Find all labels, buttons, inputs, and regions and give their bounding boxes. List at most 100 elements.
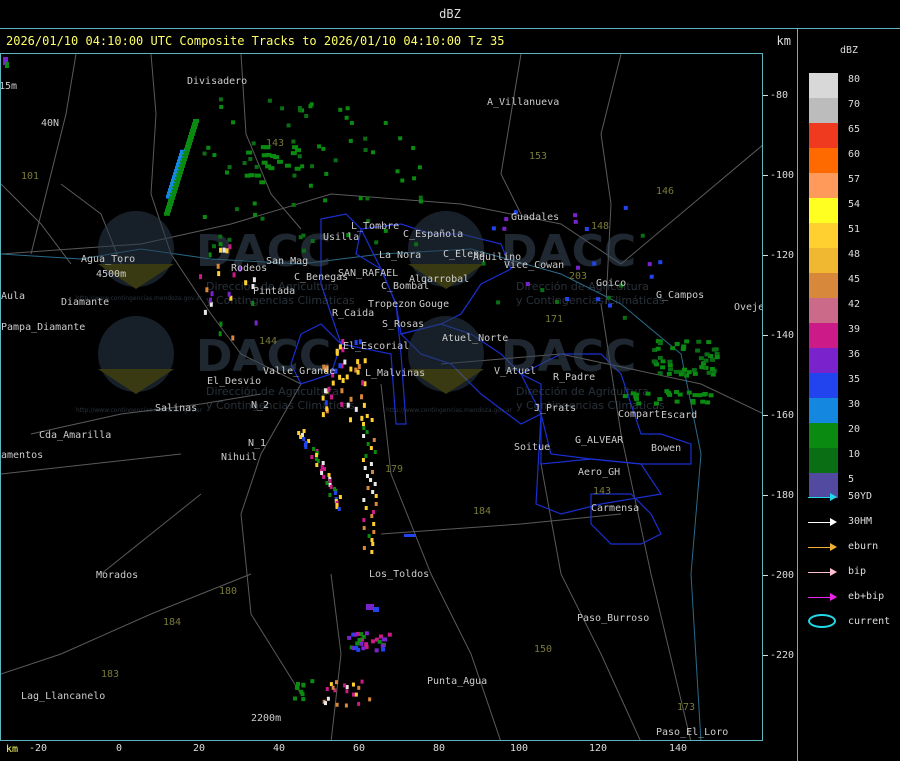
radar-echo-cell [606,295,611,300]
x-tick: 0 [115,743,123,754]
radar-echo-cell [328,479,332,483]
radar-echo-cell [412,176,417,181]
radar-echo-cell [248,173,255,178]
x-axis: km -20 0 20 40 60 80 100 120 140 [0,741,797,761]
y-tick: -80 [763,90,788,101]
radar-echo-cell [334,680,338,685]
radar-echo-cell [312,447,316,451]
radar-echo-cell [686,370,692,375]
radar-echo-cell [657,397,663,402]
radar-echo-cell [329,682,333,687]
radar-echo-cell [365,430,369,434]
place-label: C_Española [403,229,463,240]
radar-echo-cell [709,367,715,372]
scale-label: 80 [848,74,861,85]
place-label: SAN_RAFAEL [338,268,398,279]
map-title: 2026/01/10 04:10:00 UTC Composite Tracks… [6,34,505,48]
radar-echo-cell [337,507,341,511]
scale-swatch [809,173,838,198]
place-label: Nihuil [221,452,257,463]
radar-echo-cell [341,377,345,383]
radar-echo-cell [502,226,507,231]
y-tick: -160 [763,410,794,421]
place-label: Atuel_Norte [442,333,508,344]
radar-echo-cell [573,219,578,224]
route-number: 144 [259,336,277,347]
radar-echo-cell [692,371,698,376]
place-label: Oveje [734,302,763,313]
radar-echo-cell [660,365,666,370]
track-legend-item: 50YD [808,491,900,505]
radar-echo-cell [411,145,416,150]
radar-echo-cell [335,350,339,356]
radar-echo-cell [202,151,207,156]
place-label: 2200m [251,713,281,724]
radar-echo-cell [280,106,285,111]
radar-echo-cell [293,696,298,701]
radar-echo-cell [359,641,364,646]
y-tick: -220 [763,650,794,661]
radar-echo-cell [706,340,712,345]
radar-echo-cell [320,471,324,475]
radar-echo-cell [362,518,366,522]
radar-echo-cell [234,207,239,212]
radar-echo-cell [286,123,291,128]
radar-echo-cell [667,363,673,368]
radar-echo-cell [414,242,419,247]
radar-echo-cell [369,446,373,450]
radar-echo-cell [325,481,329,485]
watermark-logo-4: DACC [408,316,636,394]
radar-echo-cell [254,173,261,178]
radar-echo-cell [219,247,223,253]
radar-echo-cell [252,201,257,206]
radar-echo-cell [684,339,690,344]
place-label: J_Prats [534,403,576,414]
radar-echo-cell [362,526,366,530]
radar-echo-cell [674,399,680,404]
radar-echo-cell [216,263,220,269]
place-label: 4500m [96,269,126,280]
radar-echo-cell [360,415,364,421]
scale-swatch [809,373,838,398]
radar-echo-cell [368,697,372,702]
radar-echo-cell [704,352,710,357]
place-label: R_Caida [332,308,374,319]
track-legend-label: current [848,616,891,627]
arrow-head-icon [830,568,837,576]
place-label: Morados [96,570,138,581]
scale-swatch [809,73,838,98]
radar-echo-cell [645,391,651,396]
radar-echo-cell [310,164,315,169]
scale-label: 70 [848,99,861,110]
radar-echo-cell [205,287,209,293]
route-number: 146 [656,186,674,197]
radar-map-canvas[interactable]: DACC DACC DACC DACC Dirección de Agricul… [1,54,763,741]
radar-echo-cell [714,355,720,360]
radar-echo-cell [327,386,331,392]
radar-echo-cell [705,400,711,405]
legend-title: dBZ [839,45,859,56]
radar-echo-cell [308,183,313,188]
scale-label: 60 [848,149,861,160]
radar-echo-cell [351,682,355,687]
scale-label: 51 [848,224,861,235]
place-label: amentos [1,450,43,461]
radar-echo-cell [525,281,530,286]
place-label: Paso_El_Loro [656,727,728,738]
track-legend-label: 50YD [848,491,873,502]
radar-echo-cell [202,215,207,220]
radar-echo-cell [647,262,652,267]
radar-echo-cell [372,438,376,442]
radar-map[interactable]: DACC DACC DACC DACC Dirección de Agricul… [0,53,763,741]
radar-echo-cell [699,364,705,369]
radar-echo-cell [338,495,342,499]
window-title: dBZ [439,7,461,21]
place-label: Cda_Amarilla [39,430,111,441]
radar-echo-cell [365,196,370,201]
radar-echo-cell [664,389,670,394]
radar-echo-cell [254,320,258,326]
x-tick: 80 [432,743,446,754]
radar-echo-cell [371,150,376,155]
radar-echo-cell [370,470,374,474]
radar-echo-cell [710,357,716,362]
